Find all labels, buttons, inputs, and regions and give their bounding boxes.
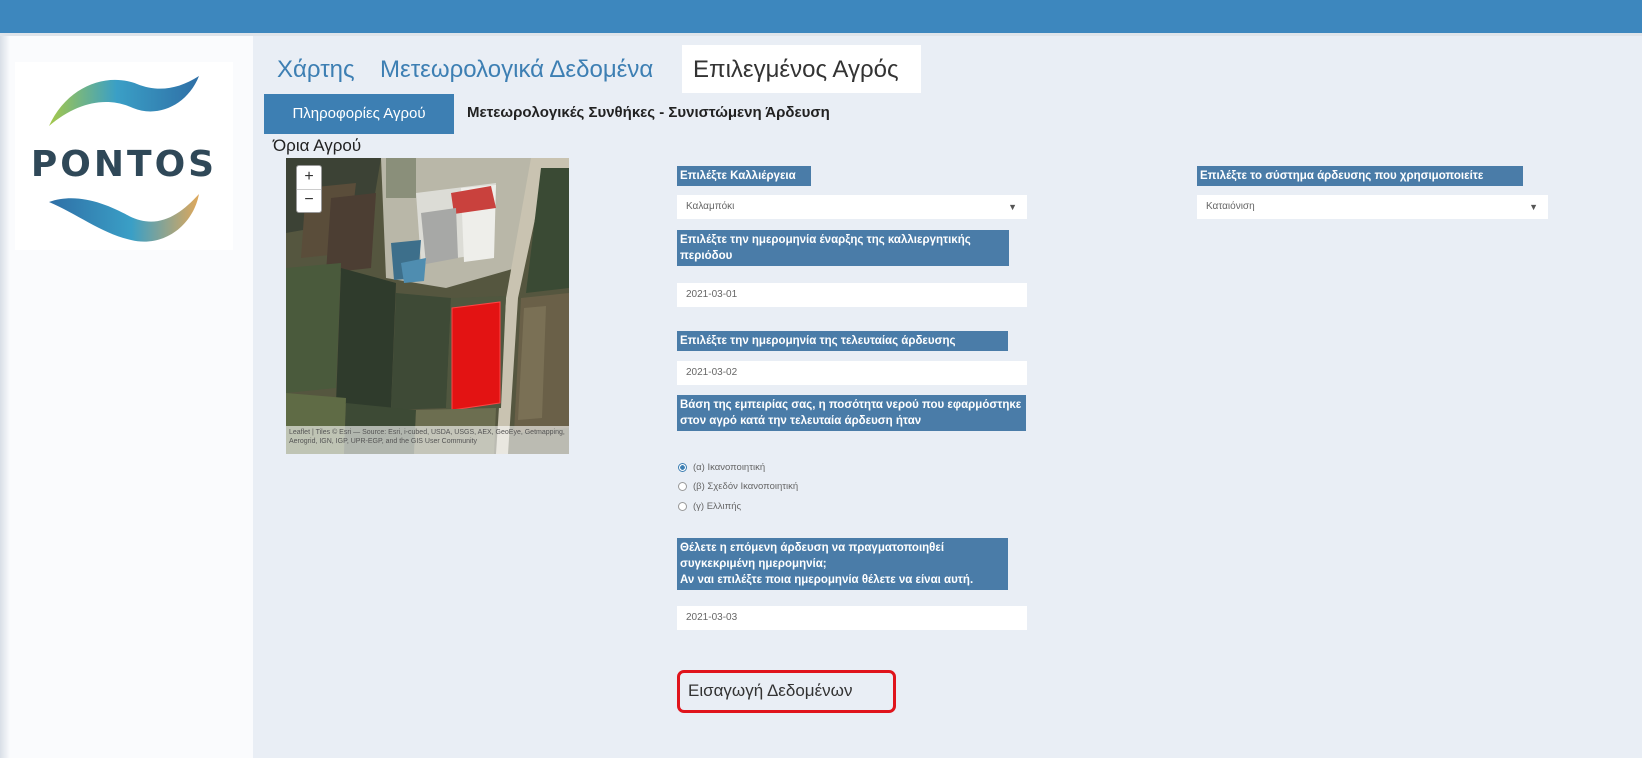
tab-weather-data[interactable]: Μετεωρολογικά Δεδομένα: [380, 56, 653, 84]
irrigation-system-select[interactable]: Καταιόνιση ▼: [1197, 195, 1548, 219]
crop-label: Επιλέξτε Καλλιέργεια: [677, 166, 811, 186]
chevron-down-icon: ▼: [1008, 202, 1017, 212]
radio-option-almost-satisfactory[interactable]: (β) Σχεδόν Ικανοποιητική: [678, 481, 798, 492]
radio-option-label: (β) Σχεδόν Ικανοποιητική: [693, 481, 799, 492]
radio-option-satisfactory[interactable]: (α) Ικανοποιητική: [678, 462, 765, 473]
logo-wordmark: PONTOS: [30, 144, 218, 185]
tab-map[interactable]: Χάρτης: [277, 56, 355, 84]
next-irrigation-label-line2: Αν ναι επιλέξτε ποια ημερομηνία θέλετε ν…: [680, 574, 974, 586]
sidebar-edge-shade: [0, 36, 10, 758]
radio-option-label: (α) Ικανοποιητική: [693, 462, 766, 473]
radio-option-label: (γ) Ελλιπής: [693, 501, 742, 512]
radio-checked-icon: [678, 462, 687, 472]
radio-option-insufficient[interactable]: (γ) Ελλιπής: [678, 501, 741, 512]
top-header-bar: [0, 0, 1642, 33]
logo-wave-bottom-icon: [49, 194, 199, 242]
tab-selected-field[interactable]: Επιλεγμένος Αγρός: [693, 56, 899, 84]
start-date-label: Επιλέξτε την ημερομηνία έναρξης της καλλ…: [677, 230, 1009, 266]
irrigation-system-select-value: Καταιόνιση: [1206, 201, 1255, 212]
satellite-imagery: [286, 158, 569, 454]
map-attribution[interactable]: Leaflet | Tiles © Esri — Source: Esri, i…: [286, 426, 569, 454]
submit-data-button[interactable]: Εισαγωγή Δεδομένων: [688, 681, 852, 701]
next-irrigation-label: Θέλετε η επόμενη άρδευση να πραγματοποιη…: [677, 538, 1008, 590]
water-amount-label: Βάση της εμπειρίας σας, η ποσότητα νερού…: [677, 395, 1026, 431]
subtab-field-info[interactable]: Πληροφορίες Αγρού: [264, 94, 454, 134]
map-zoom-control: + −: [296, 165, 322, 213]
pontos-logo: PONTOS: [15, 62, 233, 250]
crop-select-value: Καλαμπόκι: [686, 201, 735, 212]
logo-wave-top-icon: [49, 76, 199, 126]
irrigation-system-label: Επιλέξτε το σύστημα άρδευσης που χρησιμο…: [1197, 166, 1523, 186]
chevron-down-icon: ▼: [1529, 202, 1538, 212]
crop-select[interactable]: Καλαμπόκι ▼: [677, 195, 1027, 219]
field-bounds-title: Όρια Αγρού: [273, 136, 362, 155]
zoom-in-button[interactable]: +: [297, 166, 321, 190]
next-irrigation-date-input[interactable]: 2021-03-03: [677, 606, 1027, 630]
radio-unchecked-icon: [678, 501, 687, 511]
last-irrigation-date-input[interactable]: 2021-03-02: [677, 361, 1027, 385]
satellite-map[interactable]: [286, 158, 569, 454]
radio-unchecked-icon: [678, 481, 687, 491]
start-date-input[interactable]: 2021-03-01: [677, 283, 1027, 307]
last-irrigation-label: Επιλέξτε την ημερομηνία της τελευταίας ά…: [677, 331, 1008, 351]
next-irrigation-label-line1: Θέλετε η επόμενη άρδευση να πραγματοποιη…: [680, 542, 945, 570]
zoom-out-button[interactable]: −: [297, 189, 321, 212]
subtab-weather-irrigation[interactable]: Μετεωρολογικές Συνθήκες - Συνιστώμενη Άρ…: [467, 104, 830, 121]
